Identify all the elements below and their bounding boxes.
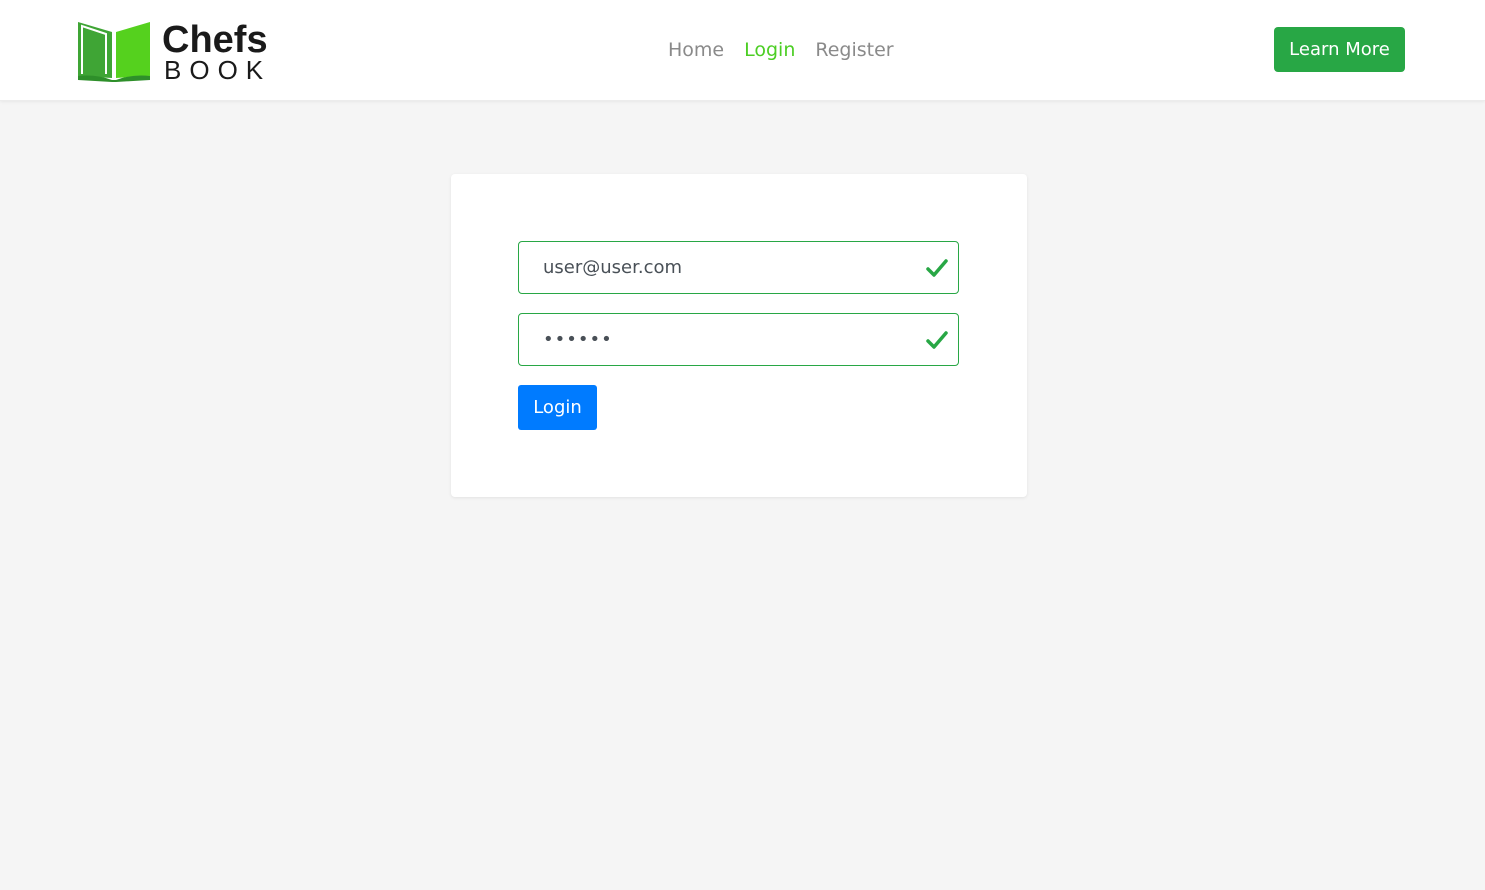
email-input[interactable] <box>519 242 958 293</box>
nav-register-link[interactable]: Register <box>815 38 893 62</box>
password-field-wrapper <box>518 313 959 366</box>
email-valid-check-icon <box>926 259 948 277</box>
login-submit-button[interactable]: Login <box>518 385 597 430</box>
nav-home-link[interactable]: Home <box>668 38 724 62</box>
password-valid-check-icon <box>926 331 948 349</box>
chefs-book-logo[interactable]: Chefs BOOK <box>76 18 281 82</box>
nav-links: Home Login Register <box>668 38 914 62</box>
email-field-wrapper <box>518 241 959 294</box>
top-navbar: Chefs BOOK Home Login Register Learn Mor… <box>0 0 1485 101</box>
logo-word-book: BOOK <box>164 55 271 82</box>
password-input[interactable] <box>519 314 958 365</box>
logo-graphic: Chefs BOOK <box>78 19 271 82</box>
learn-more-button[interactable]: Learn More <box>1274 27 1405 72</box>
login-card: Login <box>451 174 1027 497</box>
nav-login-link[interactable]: Login <box>744 38 795 62</box>
